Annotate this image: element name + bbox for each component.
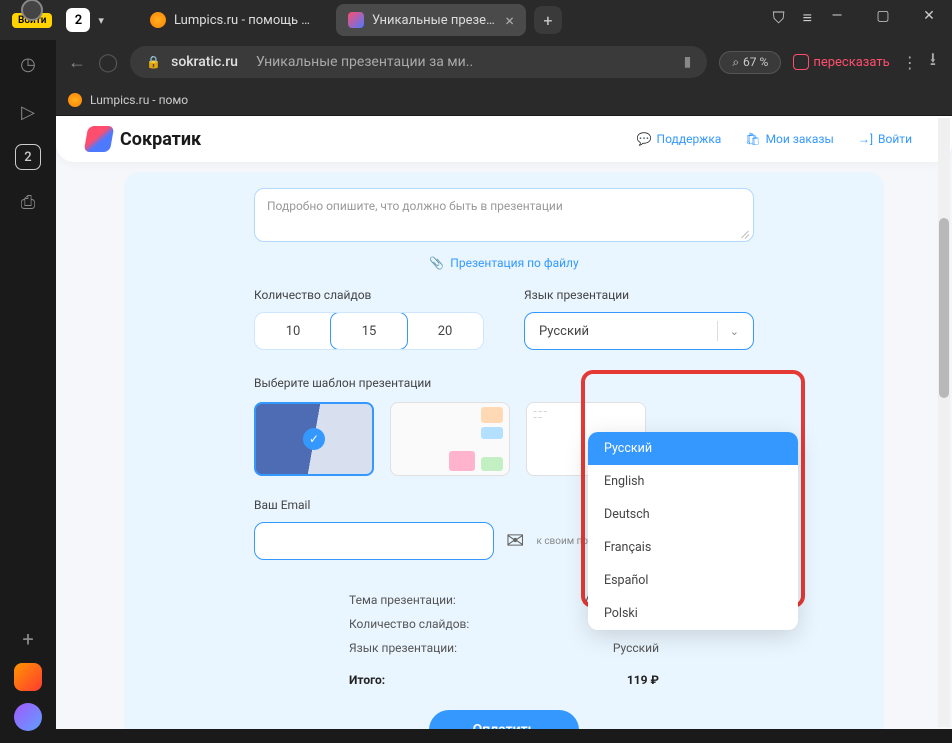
- bookmark-icon[interactable]: ▮: [684, 54, 692, 70]
- scrollbar-thumb[interactable]: [939, 218, 949, 398]
- close-icon[interactable]: ×: [505, 11, 514, 30]
- language-dropdown: Русский English Deutsch Français Español…: [588, 432, 798, 630]
- template-option-1[interactable]: ✓: [254, 402, 374, 476]
- language-select[interactable]: Русский ⌄: [524, 312, 754, 350]
- screenshot-icon[interactable]: ⎙: [12, 186, 44, 218]
- lang-option-de[interactable]: Deutsch: [588, 498, 798, 531]
- window-border: [56, 729, 952, 743]
- chat-icon: 💬: [637, 132, 652, 146]
- address-bar: ← ◯ 🔒 sokratic.ru Уникальные презентации…: [0, 40, 952, 84]
- selected-value: Русский: [539, 324, 589, 339]
- check-icon: ✓: [303, 428, 325, 450]
- maximize-button[interactable]: ▢: [860, 0, 906, 32]
- zoom-icon: ⌕: [732, 55, 739, 70]
- pay-button[interactable]: Оплатить: [429, 710, 579, 729]
- lang-option-es[interactable]: Español: [588, 564, 798, 597]
- bookmark-bar: Lumpics.ru - помо: [0, 84, 952, 116]
- lang-option-fr[interactable]: Français: [588, 531, 798, 564]
- bookmark-item[interactable]: Lumpics.ru - помо: [90, 93, 188, 107]
- tab-title: Lumpics.ru - помощь с ко: [174, 13, 316, 28]
- lang-label: Язык презентации: [524, 288, 754, 302]
- favicon-icon: [348, 12, 364, 28]
- slides-label: Количество слайдов: [254, 288, 484, 302]
- download-icon[interactable]: ⭳: [930, 47, 936, 77]
- slides-option-15[interactable]: 15: [330, 312, 408, 350]
- chevron-down-icon[interactable]: ▾: [98, 14, 104, 27]
- template-label: Выберите шаблон презентации: [254, 376, 754, 390]
- description-textarea[interactable]: Подробно опишите, что должно быть в през…: [254, 188, 754, 242]
- play-icon[interactable]: ▷: [12, 96, 44, 128]
- summary-total: Итого:119 ₽: [349, 668, 659, 692]
- file-upload-link[interactable]: 📎 Презентация по файлу: [254, 256, 754, 270]
- shield-icon[interactable]: ⛉: [773, 8, 785, 28]
- domain-text: sokratic.ru: [171, 54, 238, 70]
- kebab-icon[interactable]: ⋮: [902, 53, 918, 72]
- zoom-value: 67 %: [743, 55, 768, 69]
- favicon-icon: [150, 12, 166, 28]
- slides-option-20[interactable]: 20: [407, 313, 483, 349]
- slides-option-10[interactable]: 10: [255, 313, 331, 349]
- tab-title: Уникальные презента: [372, 13, 497, 28]
- tab-sokratic[interactable]: Уникальные презента ×: [336, 4, 526, 36]
- template-option-2[interactable]: [390, 402, 510, 476]
- browser-sidebar: ◷ ▷ 2 ⎙ +: [0, 40, 56, 743]
- retell-button[interactable]: пересказать: [793, 54, 889, 70]
- mail-app-icon[interactable]: [14, 663, 42, 691]
- login-badge[interactable]: Войти: [12, 13, 52, 28]
- resize-handle[interactable]: [740, 228, 750, 238]
- support-link[interactable]: 💬Поддержка: [637, 132, 722, 146]
- retell-icon: [793, 54, 809, 70]
- scrollbar-track[interactable]: [938, 118, 950, 727]
- tab-lumpics[interactable]: Lumpics.ru - помощь с ко: [138, 4, 328, 36]
- bag-icon: 🛍: [745, 132, 760, 146]
- window-controls: — ▢ ✕: [814, 0, 952, 32]
- page-viewport: Сократик 💬Поддержка 🛍Мои заказы →]Войти …: [56, 116, 952, 729]
- favicon-icon: [68, 93, 82, 107]
- menu-icon[interactable]: ≡: [803, 8, 812, 28]
- toolbar-icons: ⛉ ≡: [773, 8, 812, 28]
- login-icon: →]: [858, 132, 873, 146]
- new-tab-button[interactable]: +: [534, 6, 562, 34]
- tab-count-icon[interactable]: 2: [15, 144, 41, 170]
- slides-segmented: 10 15 20: [254, 312, 484, 350]
- lang-option-ru[interactable]: Русский: [588, 432, 798, 465]
- zoom-indicator[interactable]: ⌕ 67 %: [719, 51, 781, 74]
- paperclip-icon: 📎: [429, 256, 444, 270]
- alice-icon[interactable]: [14, 703, 42, 731]
- summary-row: Язык презентации:Русский: [349, 636, 659, 660]
- add-icon[interactable]: +: [22, 627, 33, 651]
- yandex-icon[interactable]: ◯: [98, 52, 118, 73]
- lang-option-pl[interactable]: Polski: [588, 597, 798, 630]
- tab-counter[interactable]: 2: [66, 8, 90, 32]
- lock-icon: 🔒: [146, 55, 161, 69]
- chevron-down-icon: ⌄: [717, 321, 739, 341]
- history-icon[interactable]: ◷: [12, 48, 44, 80]
- orders-link[interactable]: 🛍Мои заказы: [745, 132, 834, 146]
- logo[interactable]: Сократик: [86, 126, 201, 152]
- addr-actions: ▮: [684, 54, 692, 70]
- email-input[interactable]: [254, 522, 494, 560]
- site-header: Сократик 💬Поддержка 🛍Мои заказы →]Войти: [56, 116, 952, 162]
- logo-text: Сократик: [120, 129, 201, 150]
- mail-icon: ✉: [506, 529, 524, 554]
- minimize-button[interactable]: —: [814, 0, 860, 32]
- url-field[interactable]: 🔒 sokratic.ru Уникальные презентации за …: [130, 46, 707, 78]
- logo-icon: [84, 126, 115, 152]
- back-button[interactable]: ←: [68, 52, 86, 73]
- close-button[interactable]: ✕: [906, 0, 952, 32]
- page-title-text: Уникальные презентации за ми..: [256, 54, 473, 70]
- login-link[interactable]: →]Войти: [858, 132, 912, 146]
- lang-option-en[interactable]: English: [588, 465, 798, 498]
